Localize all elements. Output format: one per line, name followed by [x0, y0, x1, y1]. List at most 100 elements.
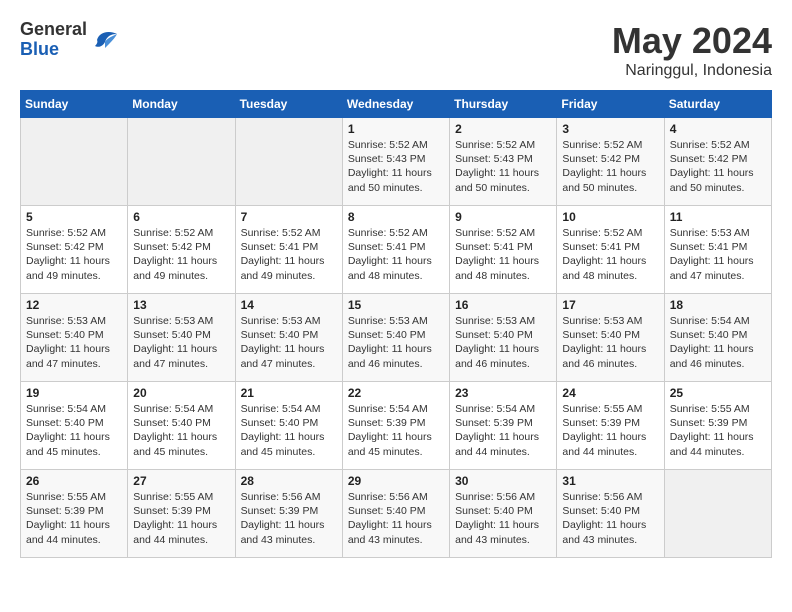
day-number: 31	[562, 474, 658, 488]
page-title: May 2024	[612, 20, 772, 62]
day-number: 22	[348, 386, 444, 400]
calendar-header-row: SundayMondayTuesdayWednesdayThursdayFrid…	[21, 91, 772, 118]
calendar-week-row: 12 Sunrise: 5:53 AM Sunset: 5:40 PM Dayli…	[21, 294, 772, 382]
calendar-cell: 20 Sunrise: 5:54 AM Sunset: 5:40 PM Dayli…	[128, 382, 235, 470]
day-info: Sunrise: 5:52 AM Sunset: 5:43 PM Dayligh…	[348, 138, 444, 195]
day-info: Sunrise: 5:52 AM Sunset: 5:43 PM Dayligh…	[455, 138, 551, 195]
calendar-cell: 2 Sunrise: 5:52 AM Sunset: 5:43 PM Daylig…	[450, 118, 557, 206]
weekday-header: Sunday	[21, 91, 128, 118]
calendar-cell: 14Sunrise: 5:53 AM Sunset: 5:40 PM Dayli…	[235, 294, 342, 382]
day-info: Sunrise: 5:52 AM Sunset: 5:41 PM Dayligh…	[562, 226, 658, 283]
page-header: General Blue May 2024 Naringgul, Indones…	[20, 20, 772, 80]
weekday-header: Thursday	[450, 91, 557, 118]
logo: General Blue	[20, 20, 121, 60]
day-info: Sunrise: 5:53 AM Sunset: 5:40 PM Dayligh…	[348, 314, 444, 371]
calendar-cell: 12Sunrise: 5:53 AM Sunset: 5:40 PM Dayli…	[21, 294, 128, 382]
calendar-cell: 22 Sunrise: 5:54 AM Sunset: 5:39 PM Dayli…	[342, 382, 449, 470]
day-info: Sunrise: 5:54 AM Sunset: 5:39 PM Dayligh…	[348, 402, 444, 459]
calendar-cell: 27 Sunrise: 5:55 AM Sunset: 5:39 PM Dayli…	[128, 470, 235, 558]
day-info: Sunrise: 5:53 AM Sunset: 5:40 PM Dayligh…	[133, 314, 229, 371]
calendar-cell: 6 Sunrise: 5:52 AM Sunset: 5:42 PM Daylig…	[128, 206, 235, 294]
day-number: 1	[348, 122, 444, 136]
day-info: Sunrise: 5:54 AM Sunset: 5:39 PM Dayligh…	[455, 402, 551, 459]
calendar-cell: 23Sunrise: 5:54 AM Sunset: 5:39 PM Dayli…	[450, 382, 557, 470]
day-number: 18	[670, 298, 766, 312]
calendar-cell: 24 Sunrise: 5:55 AM Sunset: 5:39 PM Dayli…	[557, 382, 664, 470]
calendar-cell: 7Sunrise: 5:52 AM Sunset: 5:41 PM Daylig…	[235, 206, 342, 294]
calendar-cell	[235, 118, 342, 206]
day-number: 25	[670, 386, 766, 400]
calendar-cell: 15Sunrise: 5:53 AM Sunset: 5:40 PM Dayli…	[342, 294, 449, 382]
day-info: Sunrise: 5:52 AM Sunset: 5:42 PM Dayligh…	[670, 138, 766, 195]
day-number: 12	[26, 298, 122, 312]
calendar-cell: 30 Sunrise: 5:56 AM Sunset: 5:40 PM Dayli…	[450, 470, 557, 558]
logo-text: General Blue	[20, 20, 87, 60]
day-number: 16	[455, 298, 551, 312]
calendar-cell: 13 Sunrise: 5:53 AM Sunset: 5:40 PM Dayli…	[128, 294, 235, 382]
day-info: Sunrise: 5:52 AM Sunset: 5:42 PM Dayligh…	[562, 138, 658, 195]
day-number: 19	[26, 386, 122, 400]
day-info: Sunrise: 5:55 AM Sunset: 5:39 PM Dayligh…	[670, 402, 766, 459]
day-info: Sunrise: 5:53 AM Sunset: 5:40 PM Dayligh…	[241, 314, 337, 371]
day-info: Sunrise: 5:55 AM Sunset: 5:39 PM Dayligh…	[562, 402, 658, 459]
day-info: Sunrise: 5:55 AM Sunset: 5:39 PM Dayligh…	[133, 490, 229, 547]
logo-general: General	[20, 20, 87, 40]
calendar-table: SundayMondayTuesdayWednesdayThursdayFrid…	[20, 90, 772, 558]
calendar-cell: 26Sunrise: 5:55 AM Sunset: 5:39 PM Dayli…	[21, 470, 128, 558]
day-info: Sunrise: 5:54 AM Sunset: 5:40 PM Dayligh…	[670, 314, 766, 371]
day-number: 6	[133, 210, 229, 224]
day-info: Sunrise: 5:52 AM Sunset: 5:42 PM Dayligh…	[133, 226, 229, 283]
day-info: Sunrise: 5:56 AM Sunset: 5:40 PM Dayligh…	[348, 490, 444, 547]
day-number: 2	[455, 122, 551, 136]
calendar-cell	[128, 118, 235, 206]
day-number: 20	[133, 386, 229, 400]
weekday-header: Wednesday	[342, 91, 449, 118]
day-info: Sunrise: 5:56 AM Sunset: 5:40 PM Dayligh…	[455, 490, 551, 547]
weekday-header: Saturday	[664, 91, 771, 118]
day-info: Sunrise: 5:54 AM Sunset: 5:40 PM Dayligh…	[241, 402, 337, 459]
calendar-cell: 10Sunrise: 5:52 AM Sunset: 5:41 PM Dayli…	[557, 206, 664, 294]
calendar-cell: 25 Sunrise: 5:55 AM Sunset: 5:39 PM Dayli…	[664, 382, 771, 470]
day-number: 13	[133, 298, 229, 312]
logo-bird-icon	[89, 24, 121, 56]
day-info: Sunrise: 5:52 AM Sunset: 5:41 PM Dayligh…	[241, 226, 337, 283]
calendar-cell: 16 Sunrise: 5:53 AM Sunset: 5:40 PM Dayli…	[450, 294, 557, 382]
day-number: 11	[670, 210, 766, 224]
day-info: Sunrise: 5:53 AM Sunset: 5:40 PM Dayligh…	[455, 314, 551, 371]
day-number: 29	[348, 474, 444, 488]
day-number: 21	[241, 386, 337, 400]
title-block: May 2024 Naringgul, Indonesia	[612, 20, 772, 80]
day-number: 27	[133, 474, 229, 488]
day-number: 5	[26, 210, 122, 224]
calendar-cell: 4 Sunrise: 5:52 AM Sunset: 5:42 PM Daylig…	[664, 118, 771, 206]
weekday-header: Monday	[128, 91, 235, 118]
day-info: Sunrise: 5:52 AM Sunset: 5:41 PM Dayligh…	[455, 226, 551, 283]
day-number: 17	[562, 298, 658, 312]
calendar-cell: 29 Sunrise: 5:56 AM Sunset: 5:40 PM Dayli…	[342, 470, 449, 558]
calendar-cell: 9 Sunrise: 5:52 AM Sunset: 5:41 PM Daylig…	[450, 206, 557, 294]
day-number: 30	[455, 474, 551, 488]
calendar-cell: 3 Sunrise: 5:52 AM Sunset: 5:42 PM Daylig…	[557, 118, 664, 206]
day-info: Sunrise: 5:56 AM Sunset: 5:40 PM Dayligh…	[562, 490, 658, 547]
weekday-header: Tuesday	[235, 91, 342, 118]
calendar-cell: 31 Sunrise: 5:56 AM Sunset: 5:40 PM Dayli…	[557, 470, 664, 558]
day-info: Sunrise: 5:54 AM Sunset: 5:40 PM Dayligh…	[133, 402, 229, 459]
calendar-cell: 21 Sunrise: 5:54 AM Sunset: 5:40 PM Dayli…	[235, 382, 342, 470]
weekday-header: Friday	[557, 91, 664, 118]
day-info: Sunrise: 5:52 AM Sunset: 5:41 PM Dayligh…	[348, 226, 444, 283]
day-number: 9	[455, 210, 551, 224]
logo-blue: Blue	[20, 40, 87, 60]
day-number: 3	[562, 122, 658, 136]
day-info: Sunrise: 5:53 AM Sunset: 5:40 PM Dayligh…	[562, 314, 658, 371]
calendar-cell: 8 Sunrise: 5:52 AM Sunset: 5:41 PM Daylig…	[342, 206, 449, 294]
calendar-cell: 19Sunrise: 5:54 AM Sunset: 5:40 PM Dayli…	[21, 382, 128, 470]
day-number: 24	[562, 386, 658, 400]
day-info: Sunrise: 5:53 AM Sunset: 5:41 PM Dayligh…	[670, 226, 766, 283]
calendar-week-row: 26Sunrise: 5:55 AM Sunset: 5:39 PM Dayli…	[21, 470, 772, 558]
day-number: 8	[348, 210, 444, 224]
day-info: Sunrise: 5:55 AM Sunset: 5:39 PM Dayligh…	[26, 490, 122, 547]
calendar-week-row: 5 Sunrise: 5:52 AM Sunset: 5:42 PM Daylig…	[21, 206, 772, 294]
day-info: Sunrise: 5:56 AM Sunset: 5:39 PM Dayligh…	[241, 490, 337, 547]
calendar-cell: 11 Sunrise: 5:53 AM Sunset: 5:41 PM Dayli…	[664, 206, 771, 294]
day-number: 4	[670, 122, 766, 136]
